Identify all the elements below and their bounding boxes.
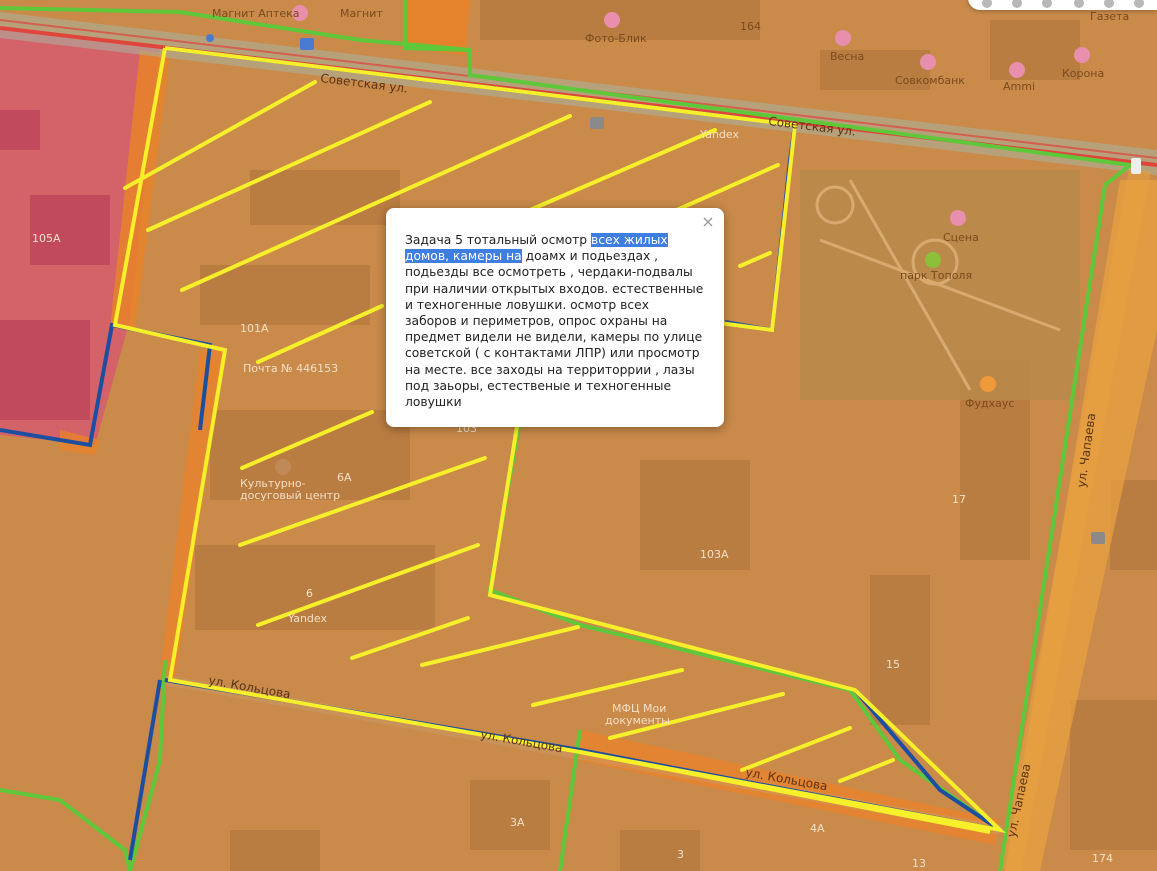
svg-text:17: 17 xyxy=(952,493,966,506)
control-dot-icon[interactable] xyxy=(1104,0,1114,8)
svg-text:6А: 6А xyxy=(337,471,352,484)
building-105a xyxy=(30,195,110,265)
svg-text:Совкомбанк: Совкомбанк xyxy=(895,74,965,87)
svg-text:Весна: Весна xyxy=(830,50,864,63)
bus-stop-icon-2 xyxy=(590,117,604,129)
svg-text:103А: 103А xyxy=(700,548,729,561)
park-poi-icon xyxy=(925,252,941,268)
svg-text:Корона: Корона xyxy=(1062,67,1104,80)
svg-text:Фудхаус: Фудхаус xyxy=(965,397,1014,410)
korona-poi-icon xyxy=(1074,47,1090,63)
svg-text:Магнит: Магнит xyxy=(340,7,383,20)
svg-text:Почта № 446153: Почта № 446153 xyxy=(243,362,338,375)
culture-poi-icon xyxy=(275,459,291,475)
task-popup: × Задача 5 тотальный осмотр всех жилых д… xyxy=(386,208,724,427)
bank-poi-icon xyxy=(920,54,936,70)
svg-text:105А: 105А xyxy=(32,232,61,245)
control-dot-icon[interactable] xyxy=(982,0,992,8)
music-poi-icon xyxy=(950,210,966,226)
bus-stop-icon xyxy=(300,38,314,50)
ammi-poi-icon xyxy=(1009,62,1025,78)
svg-text:парк Тополя: парк Тополя xyxy=(900,269,972,282)
map-canvas[interactable]: Магнит Аптека Магнит Фото-Блик 164 Весна… xyxy=(0,0,1157,871)
popup-text-after: доамх и подьездах , подьезды все осмотре… xyxy=(405,249,704,410)
control-dot-icon[interactable] xyxy=(1074,0,1084,8)
control-dot-icon[interactable] xyxy=(1042,0,1052,8)
svg-text:Yandex: Yandex xyxy=(287,612,327,625)
svg-text:Сцена: Сцена xyxy=(943,231,979,244)
shop-poi-icon xyxy=(835,30,851,46)
svg-text:3: 3 xyxy=(677,848,684,861)
svg-text:174: 174 xyxy=(1092,852,1113,865)
photo-poi-icon xyxy=(604,12,620,28)
svg-text:Фото-Блик: Фото-Блик xyxy=(585,32,647,45)
svg-text:101А: 101А xyxy=(240,322,269,335)
metro-dot-icon xyxy=(206,34,214,42)
svg-text:164: 164 xyxy=(740,20,761,33)
svg-text:13: 13 xyxy=(912,857,926,870)
svg-text:досуговый центр: досуговый центр xyxy=(240,489,340,502)
bus-stop-icon-3 xyxy=(1091,532,1105,544)
close-icon[interactable]: × xyxy=(700,214,716,230)
svg-text:Магнит Аптека: Магнит Аптека xyxy=(212,7,300,20)
popup-text[interactable]: Задача 5 тотальный осмотр всех жилых дом… xyxy=(405,232,704,410)
svg-text:3А: 3А xyxy=(510,816,525,829)
control-dot-icon[interactable] xyxy=(1012,0,1022,8)
svg-text:документы: документы xyxy=(605,714,670,727)
svg-text:15: 15 xyxy=(886,658,900,671)
svg-text:Ammi: Ammi xyxy=(1003,80,1035,93)
traffic-light-icon xyxy=(1131,158,1141,174)
map-top-controls[interactable] xyxy=(968,0,1157,10)
svg-text:6: 6 xyxy=(306,587,313,600)
food-poi-icon xyxy=(980,376,996,392)
svg-text:Газета: Газета xyxy=(1090,10,1129,23)
svg-text:Yandex: Yandex xyxy=(699,128,739,141)
control-dot-icon[interactable] xyxy=(1134,0,1144,8)
popup-text-before: Задача 5 тотальный осмотр xyxy=(405,233,592,247)
svg-text:4А: 4А xyxy=(810,822,825,835)
park-area xyxy=(800,170,1080,400)
